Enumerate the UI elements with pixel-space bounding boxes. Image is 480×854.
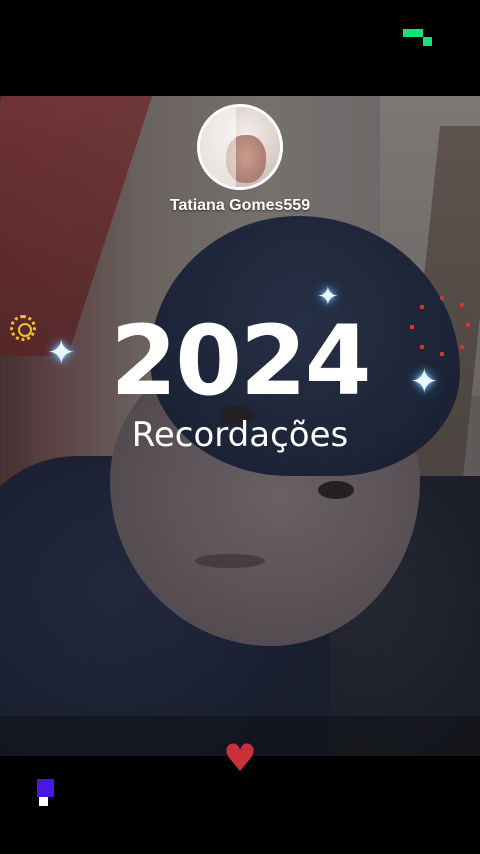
- year-title: 2024: [110, 305, 371, 417]
- top-bar: [0, 0, 480, 96]
- memories-subtitle: Recordações: [131, 415, 349, 455]
- profile-username[interactable]: Tatiana Gomes559: [0, 197, 480, 215]
- heart-icon[interactable]: ♥: [219, 738, 261, 778]
- profile-avatar[interactable]: [197, 104, 283, 190]
